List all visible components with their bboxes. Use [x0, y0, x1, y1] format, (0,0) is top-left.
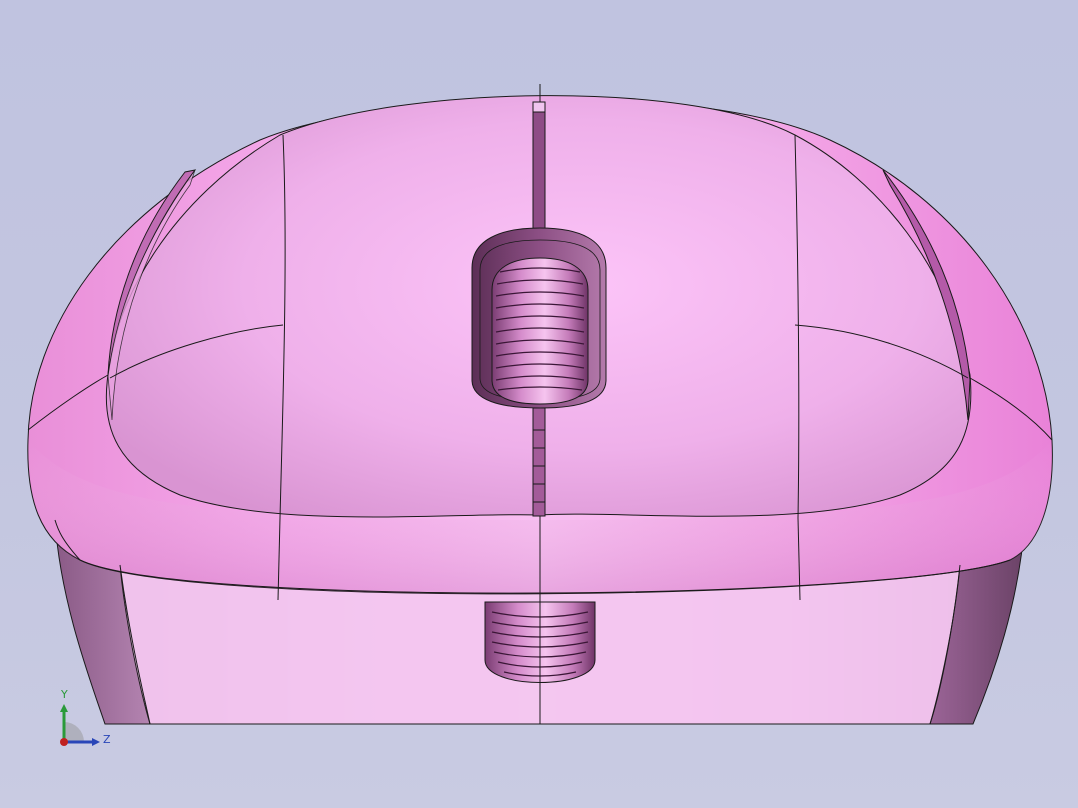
triad-z-label: Z	[103, 733, 111, 746]
scroll-wheel-upper	[491, 257, 589, 405]
graphics-viewport[interactable]: Y Z	[0, 0, 1078, 808]
triad-origin-arc	[64, 722, 84, 742]
triad-origin	[60, 738, 68, 746]
mouse-3d-model[interactable]	[0, 0, 1078, 808]
triad-y-label: Y	[61, 688, 68, 701]
